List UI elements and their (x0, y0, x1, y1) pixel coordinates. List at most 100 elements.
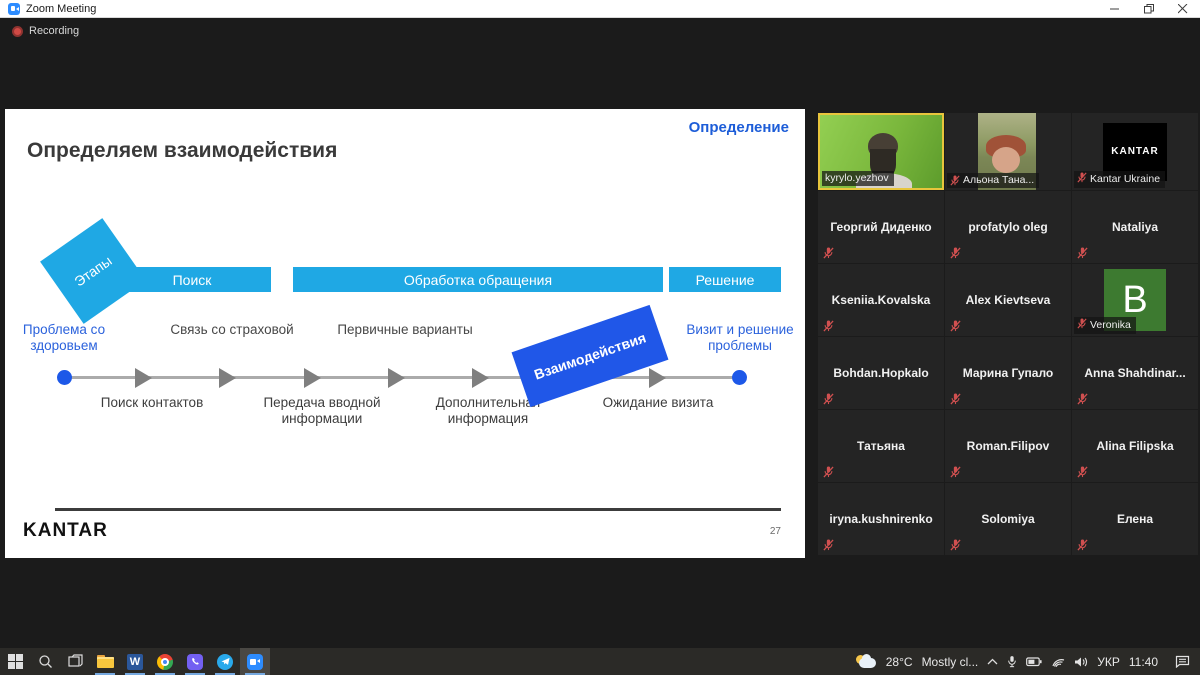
start-button[interactable] (0, 648, 30, 675)
viber-button[interactable] (180, 648, 210, 675)
participant-tile[interactable]: B Veronika (1072, 264, 1198, 336)
timeline-arrow-icon (219, 368, 236, 388)
participant-tile[interactable]: Марина Гупало (945, 337, 1071, 409)
step-label: Ожидание визита (578, 395, 738, 411)
close-icon (1178, 4, 1188, 14)
weather-condition[interactable]: Mostly cl... (922, 655, 979, 669)
action-center-icon (1175, 655, 1190, 668)
shared-screen-slide: Определение Определяем взаимодействия Эт… (5, 109, 805, 558)
recording-icon (12, 26, 23, 37)
milestone-label: Проблема со здоровьем (0, 322, 130, 355)
timeline-arrow-icon (388, 368, 405, 388)
speaker-icon (1074, 656, 1088, 668)
word-button[interactable]: W (120, 648, 150, 675)
participant-tile[interactable]: Alex Kievtseva (945, 264, 1071, 336)
telegram-button[interactable] (210, 648, 240, 675)
participant-tile[interactable]: KANTAR Kantar Ukraine (1072, 113, 1198, 190)
action-center-button[interactable] (1175, 655, 1190, 668)
slide-section-tag: Определение (689, 119, 789, 136)
participant-tile[interactable]: Bohdan.Hopkalo (818, 337, 944, 409)
timeline-arrow-icon (649, 368, 666, 388)
stage-bar-solution: Решение (669, 267, 781, 292)
participant-name-label: kyrylo.yezhov (822, 171, 894, 186)
microphone-icon (1007, 655, 1017, 668)
participant-tile[interactable]: profatylo oleg (945, 191, 1071, 263)
participant-tile[interactable]: Anna Shahdinar... (1072, 337, 1198, 409)
muted-mic-icon (950, 175, 960, 186)
kantar-logo: KANTAR (23, 520, 108, 542)
telegram-icon (217, 654, 233, 670)
participant-name: Anna Shahdinar... (1080, 366, 1189, 380)
minimize-button[interactable] (1098, 0, 1132, 17)
participant-tile[interactable]: Kseniia.Kovalska (818, 264, 944, 336)
microphone-tray-button[interactable] (1007, 655, 1017, 668)
participant-tile[interactable]: Альона Тана... (945, 113, 1071, 190)
chrome-button[interactable] (150, 648, 180, 675)
participant-name: Alina Filipska (1092, 439, 1177, 453)
zoom-icon (247, 654, 263, 670)
participant-name-label: Kantar Ukraine (1074, 171, 1165, 188)
file-explorer-button[interactable] (90, 648, 120, 675)
viber-icon (187, 654, 203, 670)
timeline-arrow-icon (472, 368, 489, 388)
language-indicator[interactable]: УКР (1097, 655, 1120, 669)
task-view-button[interactable] (60, 648, 90, 675)
restore-button[interactable] (1132, 0, 1166, 17)
zoom-taskbar-button[interactable] (240, 648, 270, 675)
participant-name: profatylo oleg (964, 220, 1051, 234)
muted-mic-icon (823, 393, 834, 405)
muted-mic-icon (823, 320, 834, 332)
battery-icon (1026, 657, 1042, 667)
video-silhouette (992, 147, 1020, 173)
participant-name: iryna.kushnirenko (825, 512, 936, 526)
participant-name: Nataliya (1108, 220, 1162, 234)
muted-mic-icon (1077, 466, 1088, 478)
participant-tile[interactable]: Елена (1072, 483, 1198, 555)
close-button[interactable] (1166, 0, 1200, 17)
recording-label: Recording (29, 25, 79, 37)
windows-taskbar: W 28°C Mostly c (0, 648, 1200, 675)
participant-name: Марина Гупало (959, 366, 1058, 380)
participant-name: Kseniia.Kovalska (828, 293, 935, 307)
participant-tile[interactable]: Георгий Диденко (818, 191, 944, 263)
muted-mic-icon (1077, 539, 1088, 551)
chrome-icon (157, 654, 173, 670)
stage-bar-processing: Обработка обращения (293, 267, 663, 292)
timeline-start-dot (57, 370, 72, 385)
participant-name-label: Альона Тана... (947, 173, 1039, 188)
milestone-label: Первичные варианты (325, 322, 485, 338)
volume-tray-button[interactable] (1074, 656, 1088, 668)
muted-mic-icon (1077, 172, 1087, 186)
participant-tile[interactable]: Nataliya (1072, 191, 1198, 263)
timeline-arrow-icon (135, 368, 152, 388)
milestone-label: Связь со страховой (152, 322, 312, 338)
muted-mic-icon (823, 539, 834, 551)
participant-tile[interactable]: iryna.kushnirenko (818, 483, 944, 555)
participant-tile[interactable]: Татьяна (818, 410, 944, 482)
participant-name-label: Veronika (1074, 317, 1136, 334)
weather-button[interactable] (855, 655, 877, 669)
clock[interactable]: 11:40 (1129, 655, 1158, 669)
participant-tile[interactable]: kyrylo.yezhov (818, 113, 944, 190)
participant-tile[interactable]: Solomiya (945, 483, 1071, 555)
participant-tile[interactable]: Alina Filipska (1072, 410, 1198, 482)
timeline-arrow-icon (304, 368, 321, 388)
stage-bar-search: Поиск (113, 267, 271, 292)
word-icon: W (127, 654, 143, 670)
search-button[interactable] (30, 648, 60, 675)
muted-mic-icon (823, 247, 834, 259)
restore-icon (1144, 4, 1154, 14)
network-tray-button[interactable] (1051, 656, 1065, 667)
muted-mic-icon (1077, 393, 1088, 405)
battery-tray-button[interactable] (1026, 657, 1042, 667)
file-explorer-icon (97, 655, 114, 668)
weather-temperature[interactable]: 28°C (886, 655, 913, 669)
muted-mic-icon (823, 466, 834, 478)
window-titlebar: Zoom Meeting (0, 0, 1200, 18)
milestone-label: Визит и решение проблемы (674, 322, 806, 355)
tray-overflow-button[interactable] (987, 658, 998, 666)
muted-mic-icon (950, 393, 961, 405)
participant-tile[interactable]: Roman.Filipov (945, 410, 1071, 482)
participant-name: Bohdan.Hopkalo (829, 366, 932, 380)
participants-grid: kyrylo.yezhov Альона Тана... KANTAR Kant… (818, 113, 1198, 555)
